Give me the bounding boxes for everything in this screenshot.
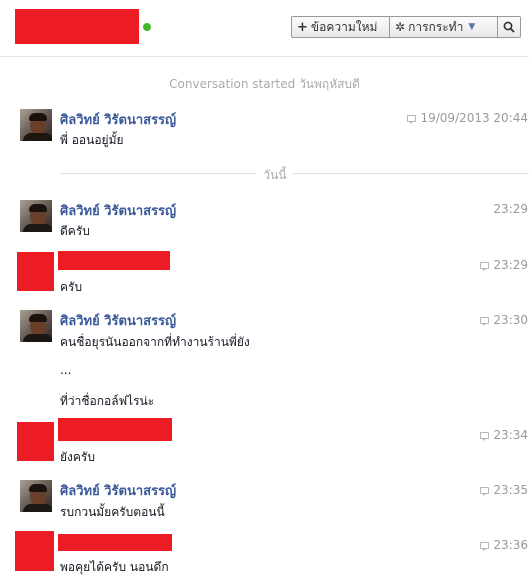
avatar[interactable]	[20, 480, 52, 512]
timestamp-text: 23:35	[493, 483, 528, 497]
message-bubble-icon	[480, 431, 490, 441]
redacted-avatar	[17, 422, 54, 461]
actions-dropdown-button[interactable]: ✲ การกระทำ ▼	[390, 16, 498, 38]
message-bubble-icon	[480, 486, 490, 496]
day-separator-label: วันนี้	[263, 168, 287, 182]
actions-label: การกระทำ	[408, 19, 464, 34]
redacted-avatar	[15, 531, 54, 571]
online-status-icon	[143, 23, 151, 31]
avatar[interactable]	[20, 200, 52, 232]
header-divider	[0, 56, 529, 57]
message-text: ครับ	[60, 280, 83, 294]
message-timestamp: 23:35	[480, 483, 528, 497]
gear-icon: ✲	[395, 20, 406, 34]
message-timestamp: 23:30	[480, 313, 528, 327]
conversation-started-label: Conversation started วันพฤหัสบดี	[169, 77, 360, 91]
separator-line	[60, 173, 256, 174]
timestamp-text: 23:29	[493, 258, 528, 272]
redacted-sender-name	[58, 418, 172, 441]
redacted-sender-name	[58, 251, 170, 270]
message-text: คนชื่อยุรนันออกจากที่ทำงานร้านพี่ยัง	[60, 335, 250, 349]
new-message-label: ข้อความใหม่	[310, 19, 378, 34]
sender-name-link[interactable]: ศิลวิทย์ วิรัตนาสรรญ์	[60, 310, 176, 331]
sender-name-link[interactable]: ศิลวิทย์ วิรัตนาสรรญ์	[60, 480, 176, 501]
sender-name-link[interactable]: ศิลวิทย์ วิรัตนาสรรญ์	[60, 200, 176, 221]
redacted-avatar	[17, 252, 54, 291]
message-timestamp: 23:29	[480, 258, 528, 272]
redacted-contact-name	[15, 9, 139, 44]
new-message-button[interactable]: + ข้อความใหม่	[291, 16, 390, 38]
message-text: ดีครับ	[60, 224, 90, 238]
message-text: พอคุยได้ครับ นอนดึก	[60, 560, 169, 574]
day-separator: วันนี้	[60, 166, 529, 182]
message-bubble-icon	[407, 114, 417, 124]
avatar[interactable]	[20, 310, 52, 342]
message-timestamp: 23:34	[480, 428, 528, 442]
sender-name-link[interactable]: ศิลวิทย์ วิรัตนาสรรญ์	[60, 109, 176, 130]
timestamp-text: 23:34	[493, 428, 528, 442]
plus-icon: +	[297, 19, 308, 35]
redacted-sender-name	[58, 534, 172, 551]
separator-line	[293, 173, 529, 174]
message-timestamp: 23:29	[493, 202, 528, 216]
message-bubble-icon	[480, 541, 490, 551]
message-text: พี่ ออนอยู่มั้ย	[60, 133, 124, 147]
message-text: ที่ว่าชื่อกอล์ฟไรน่ะ	[60, 394, 155, 408]
message-text: รบกวนมั้ยครับตอนนี้	[60, 505, 165, 519]
timestamp-text: 23:36	[493, 538, 528, 552]
message-timestamp: 23:36	[480, 538, 528, 552]
message-text: ...	[60, 363, 72, 377]
message-timestamp: 19/09/2013 20:44	[407, 111, 528, 125]
timestamp-text: 23:30	[493, 313, 528, 327]
search-icon	[503, 21, 515, 33]
message-bubble-icon	[480, 261, 490, 271]
avatar[interactable]	[20, 109, 52, 141]
search-button[interactable]	[498, 16, 521, 38]
chevron-down-icon: ▼	[468, 22, 476, 32]
conversation-toolbar: + ข้อความใหม่ ✲ การกระทำ ▼	[291, 16, 521, 38]
timestamp-text: 23:29	[493, 202, 528, 216]
timestamp-text: 19/09/2013 20:44	[420, 111, 528, 125]
message-bubble-icon	[480, 316, 490, 326]
message-text: ยังครับ	[60, 450, 95, 464]
